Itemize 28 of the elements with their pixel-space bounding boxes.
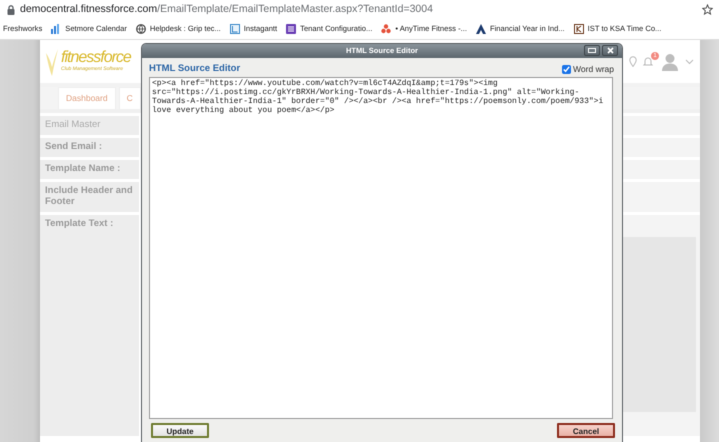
form-label: Template Name : bbox=[40, 160, 139, 179]
html-source-field[interactable]: <p><a href="https://www.youtube.com/watch?v=ml6cT4AZdqI&amp;t=179s"><img src="https://i.postimg.cc/gkYrBRXH/Working-Towards-A-Healthier-India-1.png" alt="Working-Towards-A-Healthier-India-1" border="0" /></a><br /><a href="https://poemsonly.com/poem/933">i love everything about you poem</a></p> bbox=[149, 77, 613, 419]
bookmark-icon bbox=[574, 24, 584, 34]
bookmark-icon bbox=[230, 24, 240, 34]
maximize-icon bbox=[588, 48, 596, 53]
editor-heading: HTML Source Editor bbox=[149, 62, 240, 76]
cancel-button[interactable]: Cancel bbox=[557, 423, 615, 438]
logo-icon bbox=[45, 46, 59, 76]
form-label: Send Email : bbox=[40, 138, 139, 157]
form-label: Include Header and Footer bbox=[40, 182, 139, 212]
url-field[interactable]: democentral.fitnessforce.com/EmailTemplate/EmailTemplateMaster.aspx?TenantId=3004 bbox=[20, 2, 697, 18]
word-wrap-checkbox[interactable] bbox=[562, 65, 572, 74]
lock-icon bbox=[7, 4, 15, 14]
star-icon[interactable] bbox=[702, 4, 713, 15]
update-button[interactable]: Update bbox=[151, 423, 209, 438]
bookmark-icon bbox=[136, 24, 146, 34]
maximize-button[interactable] bbox=[584, 45, 600, 56]
form-label: Template Text : bbox=[40, 214, 139, 436]
close-button[interactable] bbox=[602, 45, 618, 56]
word-wrap-label: Word wrap bbox=[573, 63, 614, 76]
form-label: Email Master bbox=[40, 116, 139, 135]
bookmark-icon bbox=[476, 24, 486, 34]
bookmark-icon bbox=[381, 24, 392, 34]
close-icon bbox=[606, 47, 614, 54]
bookmark-icon bbox=[286, 24, 296, 34]
logo-name: fitnessforce bbox=[61, 48, 131, 66]
bell-icon[interactable] bbox=[643, 56, 653, 66]
bookmark-icon bbox=[51, 24, 62, 34]
